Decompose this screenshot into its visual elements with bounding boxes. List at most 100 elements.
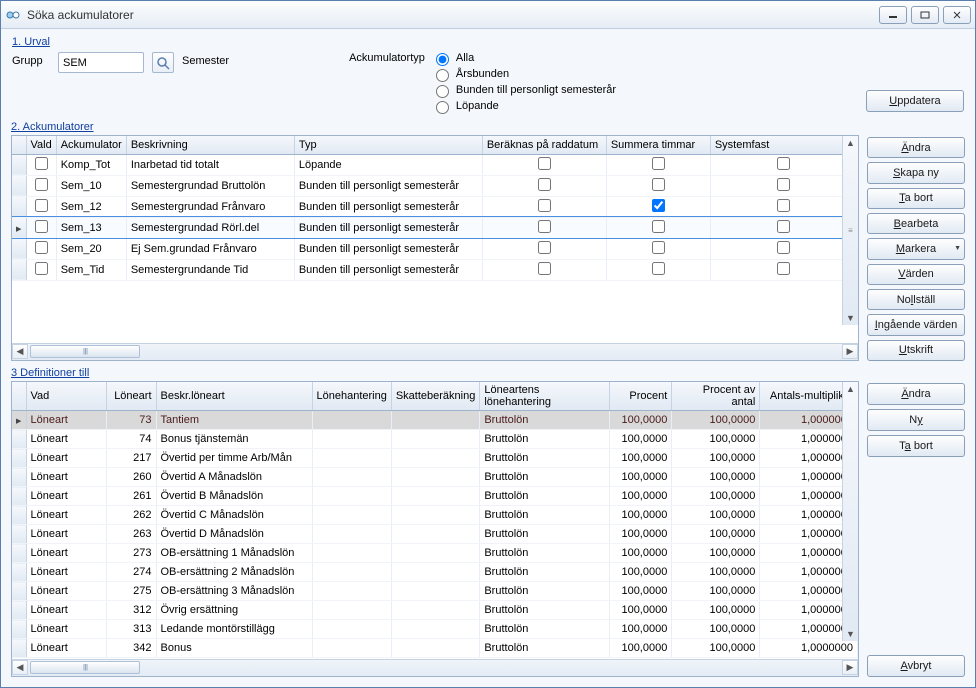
vald-checkbox[interactable] xyxy=(35,262,48,275)
update-button[interactable]: Uppdatera xyxy=(866,90,964,112)
ackum-type-radio-pers[interactable]: Bunden till personligt semesterår xyxy=(431,82,616,98)
defs-row[interactable]: Löneart273OB-ersättning 1 MånadslönBrutt… xyxy=(12,544,858,563)
summ-checkbox[interactable] xyxy=(652,199,665,212)
scroll-thumb[interactable] xyxy=(30,661,140,674)
defs-ta-bort-button[interactable]: Ta bort xyxy=(867,435,965,457)
sysf-checkbox[interactable] xyxy=(777,241,790,254)
summ-checkbox[interactable] xyxy=(652,262,665,275)
summ-checkbox[interactable] xyxy=(652,220,665,233)
scroll-left-icon[interactable]: ◀ xyxy=(12,344,28,359)
rad-checkbox[interactable] xyxy=(538,178,551,191)
andra-button[interactable]: Ändra xyxy=(867,137,965,158)
radio-pers[interactable] xyxy=(436,85,449,98)
scroll-down-icon[interactable]: ▼ xyxy=(846,311,855,325)
defs-andra-button[interactable]: Ändra xyxy=(867,383,965,405)
col-typ[interactable]: Typ xyxy=(294,136,482,154)
col-lonehantering[interactable]: Lönehantering xyxy=(312,382,391,411)
defs-row[interactable]: Löneart74Bonus tjänstemänBruttolön100,00… xyxy=(12,430,858,449)
col-summ[interactable]: Summera timmar xyxy=(606,136,710,154)
defs-grid[interactable]: Vad Löneart Beskr.löneart Lönehantering … xyxy=(12,382,858,658)
summ-checkbox[interactable] xyxy=(652,241,665,254)
col-vald[interactable]: Vald xyxy=(26,136,56,154)
close-button[interactable] xyxy=(943,6,971,24)
summ-checkbox[interactable] xyxy=(652,178,665,191)
defs-row[interactable]: Löneart275OB-ersättning 3 MånadslönBrutt… xyxy=(12,582,858,601)
scroll-down-icon[interactable]: ▼ xyxy=(846,627,855,641)
defs-row[interactable]: Löneart313Ledande montörstilläggBruttolö… xyxy=(12,620,858,639)
summ-checkbox[interactable] xyxy=(652,157,665,170)
radio-alla[interactable] xyxy=(436,53,449,66)
defs-row[interactable]: Löneart261Övertid B MånadslönBruttolön10… xyxy=(12,487,858,506)
sysf-checkbox[interactable] xyxy=(777,157,790,170)
sysf-checkbox[interactable] xyxy=(777,220,790,233)
vald-checkbox[interactable] xyxy=(35,199,48,212)
ackum-type-radio-alla[interactable]: Alla xyxy=(431,50,616,66)
vald-checkbox[interactable] xyxy=(35,157,48,170)
rad-checkbox[interactable] xyxy=(538,241,551,254)
col-loneart[interactable]: Löneart xyxy=(106,382,156,411)
scroll-up-icon[interactable]: ▲ xyxy=(846,136,855,150)
ingaende-varden-button[interactable]: Ingående värden xyxy=(867,314,965,335)
minimize-button[interactable] xyxy=(879,6,907,24)
vald-checkbox[interactable] xyxy=(35,178,48,191)
group-lookup-button[interactable] xyxy=(152,52,174,73)
vald-checkbox[interactable] xyxy=(35,241,48,254)
col-beskr-loneart[interactable]: Beskr.löneart xyxy=(156,382,312,411)
ackum-row[interactable]: Sem_20Ej Sem.grundad FrånvaroBunden till… xyxy=(12,238,858,259)
defs-vscroll[interactable]: ▲ ▼ xyxy=(842,382,858,641)
defs-row[interactable]: Löneart73TantiemBruttolön100,0000100,000… xyxy=(12,411,858,430)
ackum-type-radio-ars[interactable]: Årsbunden xyxy=(431,66,616,82)
col-loneartens-lh[interactable]: Löneartens lönehantering xyxy=(480,382,610,411)
ackum-row[interactable]: Sem_12Semestergrundad FrånvaroBunden til… xyxy=(12,196,858,217)
rad-checkbox[interactable] xyxy=(538,199,551,212)
radio-lop[interactable] xyxy=(436,101,449,114)
ackum-hscroll[interactable]: ◀ ▶ xyxy=(12,343,858,360)
col-rad[interactable]: Beräknas på raddatum xyxy=(482,136,606,154)
skapa-ny-button[interactable]: Skapa ny xyxy=(867,162,965,183)
col-sysf[interactable]: Systemfast xyxy=(710,136,857,154)
maximize-button[interactable] xyxy=(911,6,939,24)
ackum-title[interactable]: 2. Ackumulatorer xyxy=(11,121,859,133)
ackum-row[interactable]: Sem_TidSemestergrundande TidBunden till … xyxy=(12,259,858,280)
ackum-vscroll[interactable]: ▲ ≡ ▼ xyxy=(842,136,858,325)
urval-title[interactable]: 1. Urval xyxy=(12,36,964,48)
sysf-checkbox[interactable] xyxy=(777,178,790,191)
defs-title[interactable]: 3 Definitioner till xyxy=(11,367,859,379)
rad-checkbox[interactable] xyxy=(538,157,551,170)
scroll-right-icon[interactable]: ▶ xyxy=(842,660,858,675)
scroll-left-icon[interactable]: ◀ xyxy=(12,660,28,675)
markera-button[interactable]: Markera▼ xyxy=(867,238,965,259)
col-skatt[interactable]: Skatteberäkning xyxy=(391,382,480,411)
ta-bort-button[interactable]: Ta bort xyxy=(867,188,965,209)
sysf-checkbox[interactable] xyxy=(777,199,790,212)
scroll-up-icon[interactable]: ▲ xyxy=(846,382,855,396)
defs-row[interactable]: Löneart260Övertid A MånadslönBruttolön10… xyxy=(12,468,858,487)
col-vad[interactable]: Vad xyxy=(26,382,106,411)
avbryt-button[interactable]: Avbryt xyxy=(867,655,965,677)
defs-row[interactable]: Löneart263Övertid D MånadslönBruttolön10… xyxy=(12,525,858,544)
col-procent-av-antal[interactable]: Procent av antal xyxy=(672,382,760,411)
group-input[interactable] xyxy=(58,52,144,73)
defs-ny-button[interactable]: Ny xyxy=(867,409,965,431)
defs-row[interactable]: Löneart312Övrig ersättningBruttolön100,0… xyxy=(12,601,858,620)
defs-row[interactable]: Löneart342BonusBruttolön100,0000100,0000… xyxy=(12,639,858,658)
radio-ars[interactable] xyxy=(436,69,449,82)
ackum-row[interactable]: Sem_13Semestergrundad Rörl.delBunden til… xyxy=(12,217,858,238)
defs-row[interactable]: Löneart217Övertid per timme Arb/MånBrutt… xyxy=(12,449,858,468)
col-procent[interactable]: Procent xyxy=(610,382,672,411)
ackum-grid[interactable]: Vald Ackumulator Beskrivning Typ Beräkna… xyxy=(12,136,858,281)
rad-checkbox[interactable] xyxy=(538,220,551,233)
scroll-right-icon[interactable]: ▶ xyxy=(842,344,858,359)
col-beskr[interactable]: Beskrivning xyxy=(126,136,294,154)
ackum-row[interactable]: Komp_TotInarbetad tid totaltLöpande xyxy=(12,154,858,175)
scroll-thumb[interactable] xyxy=(30,345,140,358)
defs-row[interactable]: Löneart274OB-ersättning 2 MånadslönBrutt… xyxy=(12,563,858,582)
sysf-checkbox[interactable] xyxy=(777,262,790,275)
defs-hscroll[interactable]: ◀ ▶ xyxy=(12,659,858,676)
ackum-type-radio-lop[interactable]: Löpande xyxy=(431,98,616,114)
varden-button[interactable]: Värden xyxy=(867,264,965,285)
nollstall-button[interactable]: Nollställ xyxy=(867,289,965,310)
utskrift-button[interactable]: Utskrift xyxy=(867,340,965,361)
col-ackum[interactable]: Ackumulator xyxy=(56,136,126,154)
defs-row[interactable]: Löneart262Övertid C MånadslönBruttolön10… xyxy=(12,506,858,525)
